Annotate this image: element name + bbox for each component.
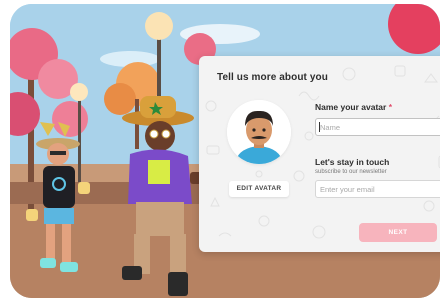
- profile-form-panel: Tell us more about you EDIT AVATAR Name …: [199, 56, 440, 252]
- next-button[interactable]: NEXT: [359, 223, 437, 242]
- required-mark: *: [388, 102, 393, 112]
- text-caret: [319, 122, 320, 132]
- avatar-name-input[interactable]: [315, 118, 440, 136]
- form-title: Tell us more about you: [217, 72, 328, 83]
- avatar-preview: [227, 100, 291, 164]
- newsletter-sublabel: subscribe to our newsletter: [315, 169, 387, 175]
- name-label: Name your avatar *: [315, 102, 392, 112]
- contact-label: Let's stay in touch: [315, 157, 390, 167]
- edit-avatar-button[interactable]: EDIT AVATAR: [229, 181, 289, 197]
- name-label-text: Name your avatar: [315, 102, 387, 112]
- avatar-portrait-icon: [227, 100, 291, 164]
- email-input[interactable]: [315, 180, 440, 198]
- game-screen: Tell us more about you EDIT AVATAR Name …: [10, 4, 440, 298]
